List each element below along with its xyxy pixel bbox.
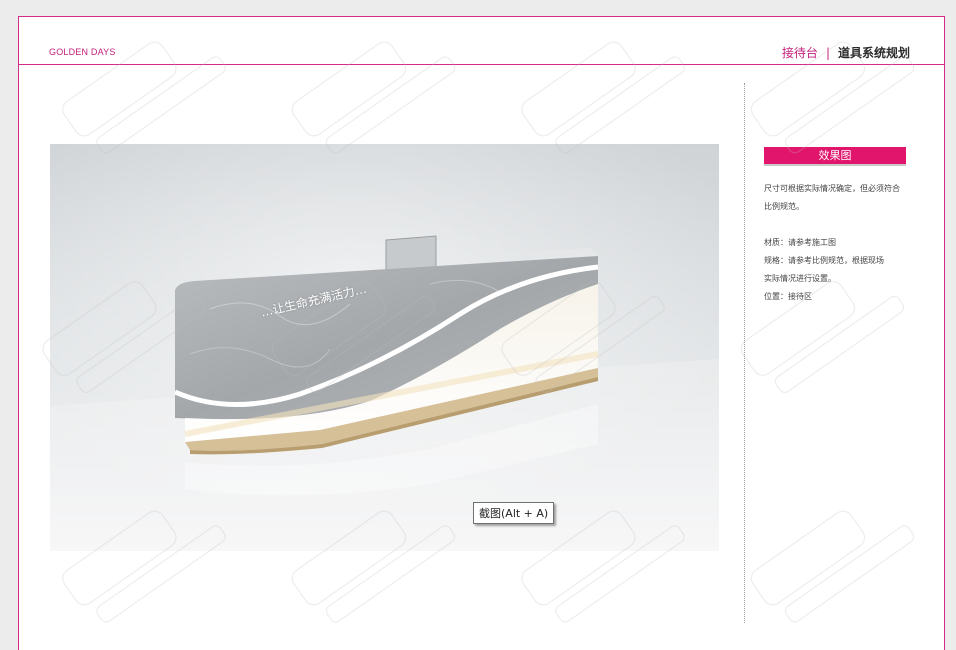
spec-list: 材质：请参考施工图 规格：请参考比例规范，根据现场 实际情况进行设置。 位置：接… — [764, 234, 906, 306]
header-section: 接待台 — [781, 46, 818, 60]
header-separator: | — [825, 45, 830, 60]
spec-material: 材质：请参考施工图 — [764, 238, 836, 247]
side-panel: 效果图 尺寸可根据实际情况确定，但必须符合比例规范。 材质：请参考施工图 规格：… — [764, 147, 906, 306]
header-title: 道具系统规划 — [837, 46, 910, 60]
side-description: 尺寸可根据实际情况确定，但必须符合比例规范。 — [764, 184, 900, 211]
screenshot-tooltip: 截图(Alt + A) — [473, 502, 555, 524]
side-heading: 效果图 — [764, 147, 906, 166]
header-rule — [19, 64, 944, 65]
header-breadcrumb: 接待台 | 道具系统规划 — [782, 44, 910, 61]
spec-location: 位置：接待区 — [764, 292, 812, 301]
spec-size-cont: 实际情况进行设置。 — [764, 274, 836, 283]
spec-size: 规格：请参考比例规范，根据现场 — [764, 256, 884, 265]
document-page: GOLDEN DAYS 接待台 | 道具系统规划 …让生命充满活力… 截图(Al… — [18, 16, 945, 650]
dotted-divider — [744, 83, 745, 623]
reception-desk-illustration — [50, 144, 719, 551]
reception-desk-render: …让生命充满活力… — [50, 144, 719, 551]
brand-name: GOLDEN DAYS — [49, 47, 116, 57]
